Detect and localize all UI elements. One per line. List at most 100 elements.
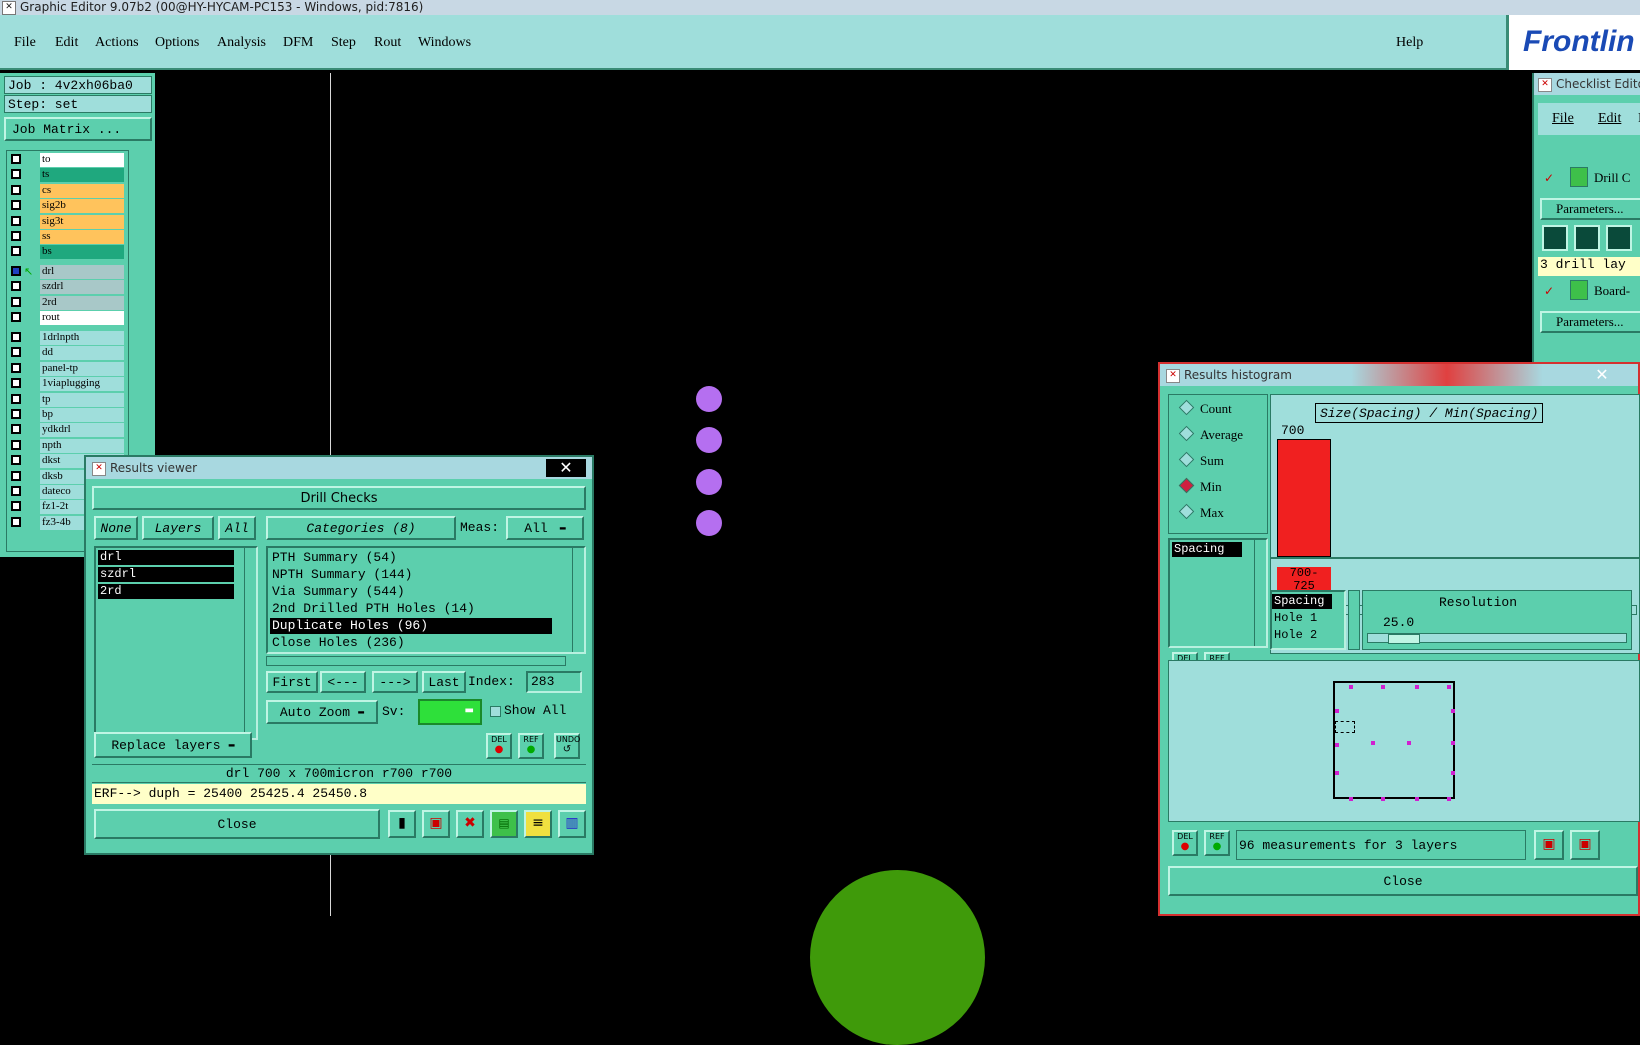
all-button[interactable]: All (218, 516, 256, 540)
layer-checkbox[interactable] (11, 169, 21, 180)
parameters-button[interactable]: Parameters... (1540, 198, 1640, 220)
mode-radio[interactable]: Sum (1178, 451, 1224, 469)
report-icon[interactable]: ▮ (388, 810, 416, 838)
layer-checkbox[interactable] (11, 424, 21, 435)
layer-checkbox[interactable] (11, 231, 21, 241)
vertical-scrollbar[interactable] (244, 548, 256, 738)
menu-analysis[interactable]: Analysis (217, 35, 266, 51)
board-check-label[interactable]: Board- (1594, 283, 1630, 299)
menu-help[interactable]: Help (1396, 35, 1423, 51)
last-button[interactable]: Last (422, 671, 466, 693)
mode-radio[interactable]: Average (1178, 425, 1243, 443)
auto-zoom-dropdown[interactable]: Auto Zoom ▬ (266, 700, 378, 724)
run-icon[interactable] (1606, 225, 1632, 251)
category-item[interactable]: Close Holes (236) (270, 635, 552, 651)
slider-thumb[interactable] (1388, 634, 1420, 644)
mode-radio[interactable]: Count (1178, 399, 1232, 417)
drill-check-label[interactable]: Drill C (1594, 170, 1630, 186)
layer-row[interactable]: 2rd (8, 295, 126, 310)
run-icon[interactable] (1574, 225, 1600, 251)
menu-options[interactable]: Options (155, 35, 199, 51)
list-item[interactable]: drl (98, 550, 234, 565)
layer-row[interactable]: dd (8, 346, 126, 361)
layer-row[interactable]: sig3t (8, 214, 126, 229)
prev-button[interactable]: <--- (320, 671, 366, 693)
category-item[interactable]: NPTH Summary (144) (270, 567, 552, 583)
category-item[interactable]: 2nd Drilled PTH Holes (14) (270, 601, 552, 617)
delete-button[interactable]: DEL● (486, 733, 512, 759)
category-item[interactable]: Via Summary (544) (270, 584, 552, 600)
layer-row[interactable]: cs (8, 183, 126, 198)
layer-checkbox[interactable] (11, 501, 21, 512)
list-item[interactable]: szdrl (98, 567, 234, 582)
layer-checkbox[interactable] (11, 332, 21, 342)
menu-step[interactable]: Step (331, 35, 356, 51)
layer-row[interactable]: tp (8, 392, 126, 407)
mode-radio[interactable]: Max (1178, 503, 1224, 521)
close-button[interactable]: Close (1168, 866, 1638, 896)
layer-row[interactable]: 1drlnpth (8, 331, 126, 345)
layer-checkbox[interactable] (11, 200, 21, 211)
layer-row[interactable]: ts (8, 168, 126, 183)
layer-checkbox[interactable] (11, 439, 21, 450)
layer-checkbox[interactable] (11, 455, 21, 466)
meas-dropdown[interactable]: All ▬ (506, 516, 584, 540)
horizontal-scrollbar[interactable] (266, 656, 566, 666)
layer-checkbox[interactable] (11, 246, 21, 257)
layer-row[interactable]: to (8, 153, 126, 167)
drill-hole[interactable] (696, 469, 722, 495)
layer-row[interactable]: sig2b (8, 199, 126, 214)
layer-checkbox[interactable] (11, 312, 21, 323)
layer-checkbox[interactable] (11, 184, 21, 195)
histogram-icon[interactable]: ▥ (558, 810, 586, 838)
none-button[interactable]: None (94, 516, 138, 540)
close-icon[interactable]: ✕ (546, 459, 586, 477)
list-item[interactable]: 2rd (98, 584, 234, 599)
vertical-scrollbar[interactable] (1254, 540, 1266, 646)
layer-row[interactable]: rout (8, 311, 126, 326)
drill-hole[interactable] (696, 427, 722, 453)
layer-checkbox[interactable] (11, 281, 21, 292)
menu-dfm[interactable]: DFM (283, 35, 313, 51)
layer-checkbox[interactable] (11, 347, 21, 358)
layer-checkbox[interactable] (11, 516, 21, 527)
clear-icon[interactable]: ✖ (456, 810, 484, 838)
resolution-slider[interactable] (1367, 633, 1627, 644)
layer-row[interactable]: npth (8, 438, 126, 453)
board-check-checkbox[interactable]: ✓ (1544, 284, 1554, 298)
layer-checkbox[interactable] (11, 215, 21, 226)
layers-button[interactable]: Layers (142, 516, 214, 540)
layer-checkbox[interactable] (11, 409, 21, 419)
delete-button[interactable]: DEL● (1172, 830, 1198, 856)
run-icon[interactable] (1542, 225, 1568, 251)
first-button[interactable]: First (266, 671, 318, 693)
ref-button[interactable]: REF● (1204, 830, 1230, 856)
menu-edit[interactable]: Edit (55, 35, 78, 51)
step-icon[interactable]: ▤ (490, 810, 518, 838)
layer-checkbox[interactable] (11, 296, 21, 307)
highlight-icon[interactable]: ▣ (422, 810, 450, 838)
menu-rout[interactable]: Rout (374, 35, 401, 51)
close-button[interactable]: Close (94, 809, 380, 839)
category-item[interactable]: PTH Summary (54) (270, 550, 552, 566)
menu-actions[interactable]: Actions (95, 35, 139, 51)
drill-hole[interactable] (696, 386, 722, 412)
vertical-scrollbar[interactable] (1348, 590, 1360, 650)
checklist-menu-file[interactable]: File (1552, 111, 1574, 127)
next-button[interactable]: ---> (372, 671, 418, 693)
layer-checkbox[interactable] (11, 486, 21, 496)
layer-row[interactable]: ss (8, 230, 126, 244)
list-item[interactable]: Hole 1 (1272, 611, 1332, 626)
layer-row[interactable]: panel-tp (8, 361, 126, 376)
layer-checkbox[interactable] (11, 266, 21, 276)
vertical-scrollbar[interactable] (572, 548, 584, 652)
show-all-checkbox[interactable] (490, 706, 501, 717)
close-icon[interactable]: ✕ (1582, 366, 1622, 384)
layer-row[interactable]: ydkdrl (8, 423, 126, 438)
drill-hole[interactable] (696, 510, 722, 536)
layer-checkbox[interactable] (11, 470, 21, 481)
index-input[interactable]: 283 (526, 671, 582, 693)
categories-button[interactable]: Categories (8) (266, 516, 456, 540)
menu-file[interactable]: File (14, 35, 36, 51)
layer-checkbox[interactable] (11, 378, 21, 389)
